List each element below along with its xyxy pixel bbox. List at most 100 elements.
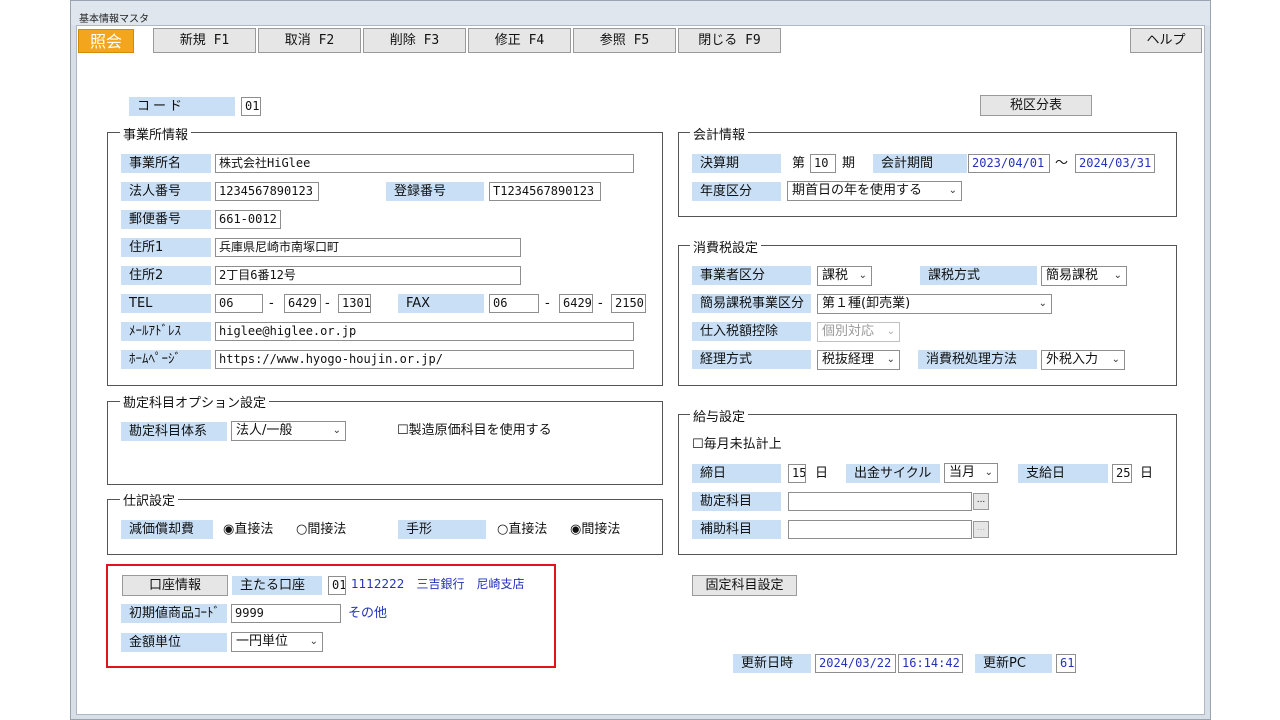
tel2-field[interactable]: 6429 [284,294,321,313]
chevron-down-icon: ⌄ [858,270,867,281]
tax-group-title: 消費税設定 [690,237,762,256]
chevron-down-icon: ⌄ [886,326,895,337]
close-day-label: 締日 [692,464,781,483]
new-button[interactable]: 新規 F1 [153,28,256,53]
salary-account-field[interactable] [788,492,972,511]
chevron-down-icon: ⌄ [332,425,341,436]
update-time-field: 16:14:42 [898,654,963,673]
simple-type-select[interactable]: 第１種(卸売業) ⌄ [817,294,1052,314]
reference-button[interactable]: 参照 F5 [573,28,676,53]
fax-dash-1: - [545,296,550,311]
close-button[interactable]: 閉じる F9 [678,28,781,53]
update-pc-label: 更新PC [975,654,1052,673]
office-name-field[interactable]: 株式会社HiGlee [215,154,634,173]
tel3-field[interactable]: 1301 [338,294,371,313]
tax-proc-label: 消費税処理方法 [918,350,1037,369]
code-field[interactable]: 01 [241,97,261,116]
depreciation-direct-radio[interactable]: ◉直接法 [223,520,273,539]
subject-system-label: 勘定科目体系 [121,422,227,441]
fax2-field[interactable]: 6429 [559,294,593,313]
subject-system-value: 法人/一般 [236,423,293,438]
fiscal-dai: 第 [792,156,806,171]
pay-day-field[interactable]: 25 [1112,464,1132,483]
update-date-label: 更新日時 [733,654,811,673]
accounting-method-value: 税抜経理 [822,352,875,367]
tax-proc-select[interactable]: 外税入力 ⌄ [1041,350,1125,370]
web-field[interactable]: https://www.hyogo-houjin.or.jp/ [215,350,634,369]
simple-type-value: 第１種(卸売業) [822,296,911,311]
mail-field[interactable]: higlee@higlee.or.jp [215,322,634,341]
subject-group [107,401,663,485]
address2-field[interactable]: 2丁目6番12号 [215,266,521,285]
mfg-cost-checkbox[interactable]: ☐製造原価科目を使用する [397,421,552,440]
reg-no-field[interactable]: T1234567890123 [489,182,601,201]
fax3-field[interactable]: 2150 [611,294,646,313]
help-button[interactable]: ヘルプ [1130,28,1202,53]
edit-button[interactable]: 修正 F4 [468,28,571,53]
chevron-down-icon: ⌄ [1111,354,1120,365]
unpaid-checkbox[interactable]: ☐毎月未払計上 [692,435,782,454]
period-start-field[interactable]: 2023/04/01 [968,154,1050,173]
salary-sub-label: 補助科目 [692,520,781,539]
update-pc-field: 61 [1056,654,1076,673]
simple-type-label: 簡易課税事業区分 [692,294,811,313]
tax-method-select[interactable]: 簡易課税 ⌄ [1041,266,1127,286]
deduction-value: 個別対応 [822,324,875,339]
deduction-select: 個別対応 ⌄ [817,322,900,342]
chevron-down-icon: ⌄ [886,354,895,365]
code-label: コード [129,97,235,116]
zip-label: 郵便番号 [121,210,211,229]
journal-group-title: 仕訳設定 [120,490,179,509]
tel-dash-1: - [269,296,274,311]
salary-account-lookup-button[interactable]: ... [973,493,989,510]
chevron-down-icon: ⌄ [984,467,993,478]
tel-dash-2: - [325,296,330,311]
salary-sub-field[interactable] [788,520,972,539]
deduction-label: 仕入税額控除 [692,322,811,341]
biz-type-label: 事業者区分 [692,266,811,285]
bill-direct-radio[interactable]: ○直接法 [497,520,547,539]
fax1-field[interactable]: 06 [489,294,539,313]
highlight-box [106,564,556,668]
office-name-label: 事業所名 [121,154,211,173]
update-date-field: 2024/03/22 [815,654,896,673]
subject-system-select[interactable]: 法人/一般 ⌄ [231,421,346,441]
bill-label: 手形 [398,520,486,539]
tax-proc-value: 外税入力 [1046,352,1099,367]
bill-indirect-radio[interactable]: ◉間接法 [570,520,620,539]
chevron-down-icon: ⌄ [1113,270,1122,281]
cycle-select[interactable]: 当月 ⌄ [944,463,998,483]
year-label: 年度区分 [692,182,781,201]
period-label: 会計期間 [873,154,967,173]
depreciation-indirect-radio[interactable]: ○間接法 [296,520,346,539]
tax-method-value: 簡易課税 [1046,268,1099,283]
chevron-down-icon: ⌄ [1038,298,1047,309]
chevron-down-icon: ⌄ [948,185,957,196]
year-select[interactable]: 期首日の年を使用する ⌄ [787,181,962,201]
tax-table-button[interactable]: 税区分表 [980,95,1092,116]
delete-button[interactable]: 削除 F3 [363,28,466,53]
fax-dash-2: - [598,296,603,311]
period-end-field[interactable]: 2024/03/31 [1075,154,1155,173]
subject-group-title: 勘定科目オプション設定 [120,392,270,411]
biz-type-select[interactable]: 課税 ⌄ [817,266,872,286]
fiscal-ki: 期 [842,156,856,171]
salary-account-label: 勘定科目 [692,492,781,511]
tel1-field[interactable]: 06 [215,294,263,313]
pay-day-label: 支給日 [1018,464,1108,483]
address1-label: 住所1 [121,238,211,257]
address1-field[interactable]: 兵庫県尼崎市南塚口町 [215,238,521,257]
zip-field[interactable]: 661-0012 [215,210,281,229]
close-day-field[interactable]: 15 [788,464,806,483]
depreciation-label: 減価償却費 [121,520,213,539]
fixed-subject-button[interactable]: 固定科目設定 [692,575,797,596]
accounting-method-select[interactable]: 税抜経理 ⌄ [817,350,900,370]
period-no-field[interactable]: 10 [810,154,836,173]
pay-day-unit: 日 [1140,466,1154,481]
close-day-unit: 日 [815,466,829,481]
window-title: 基本情報マスタ [71,1,1210,25]
corp-no-field[interactable]: 1234567890123 [215,182,319,201]
cancel-button[interactable]: 取消 F2 [258,28,361,53]
mail-label: ﾒｰﾙｱﾄﾞﾚｽ [121,322,211,341]
fax-label: FAX [398,294,484,313]
